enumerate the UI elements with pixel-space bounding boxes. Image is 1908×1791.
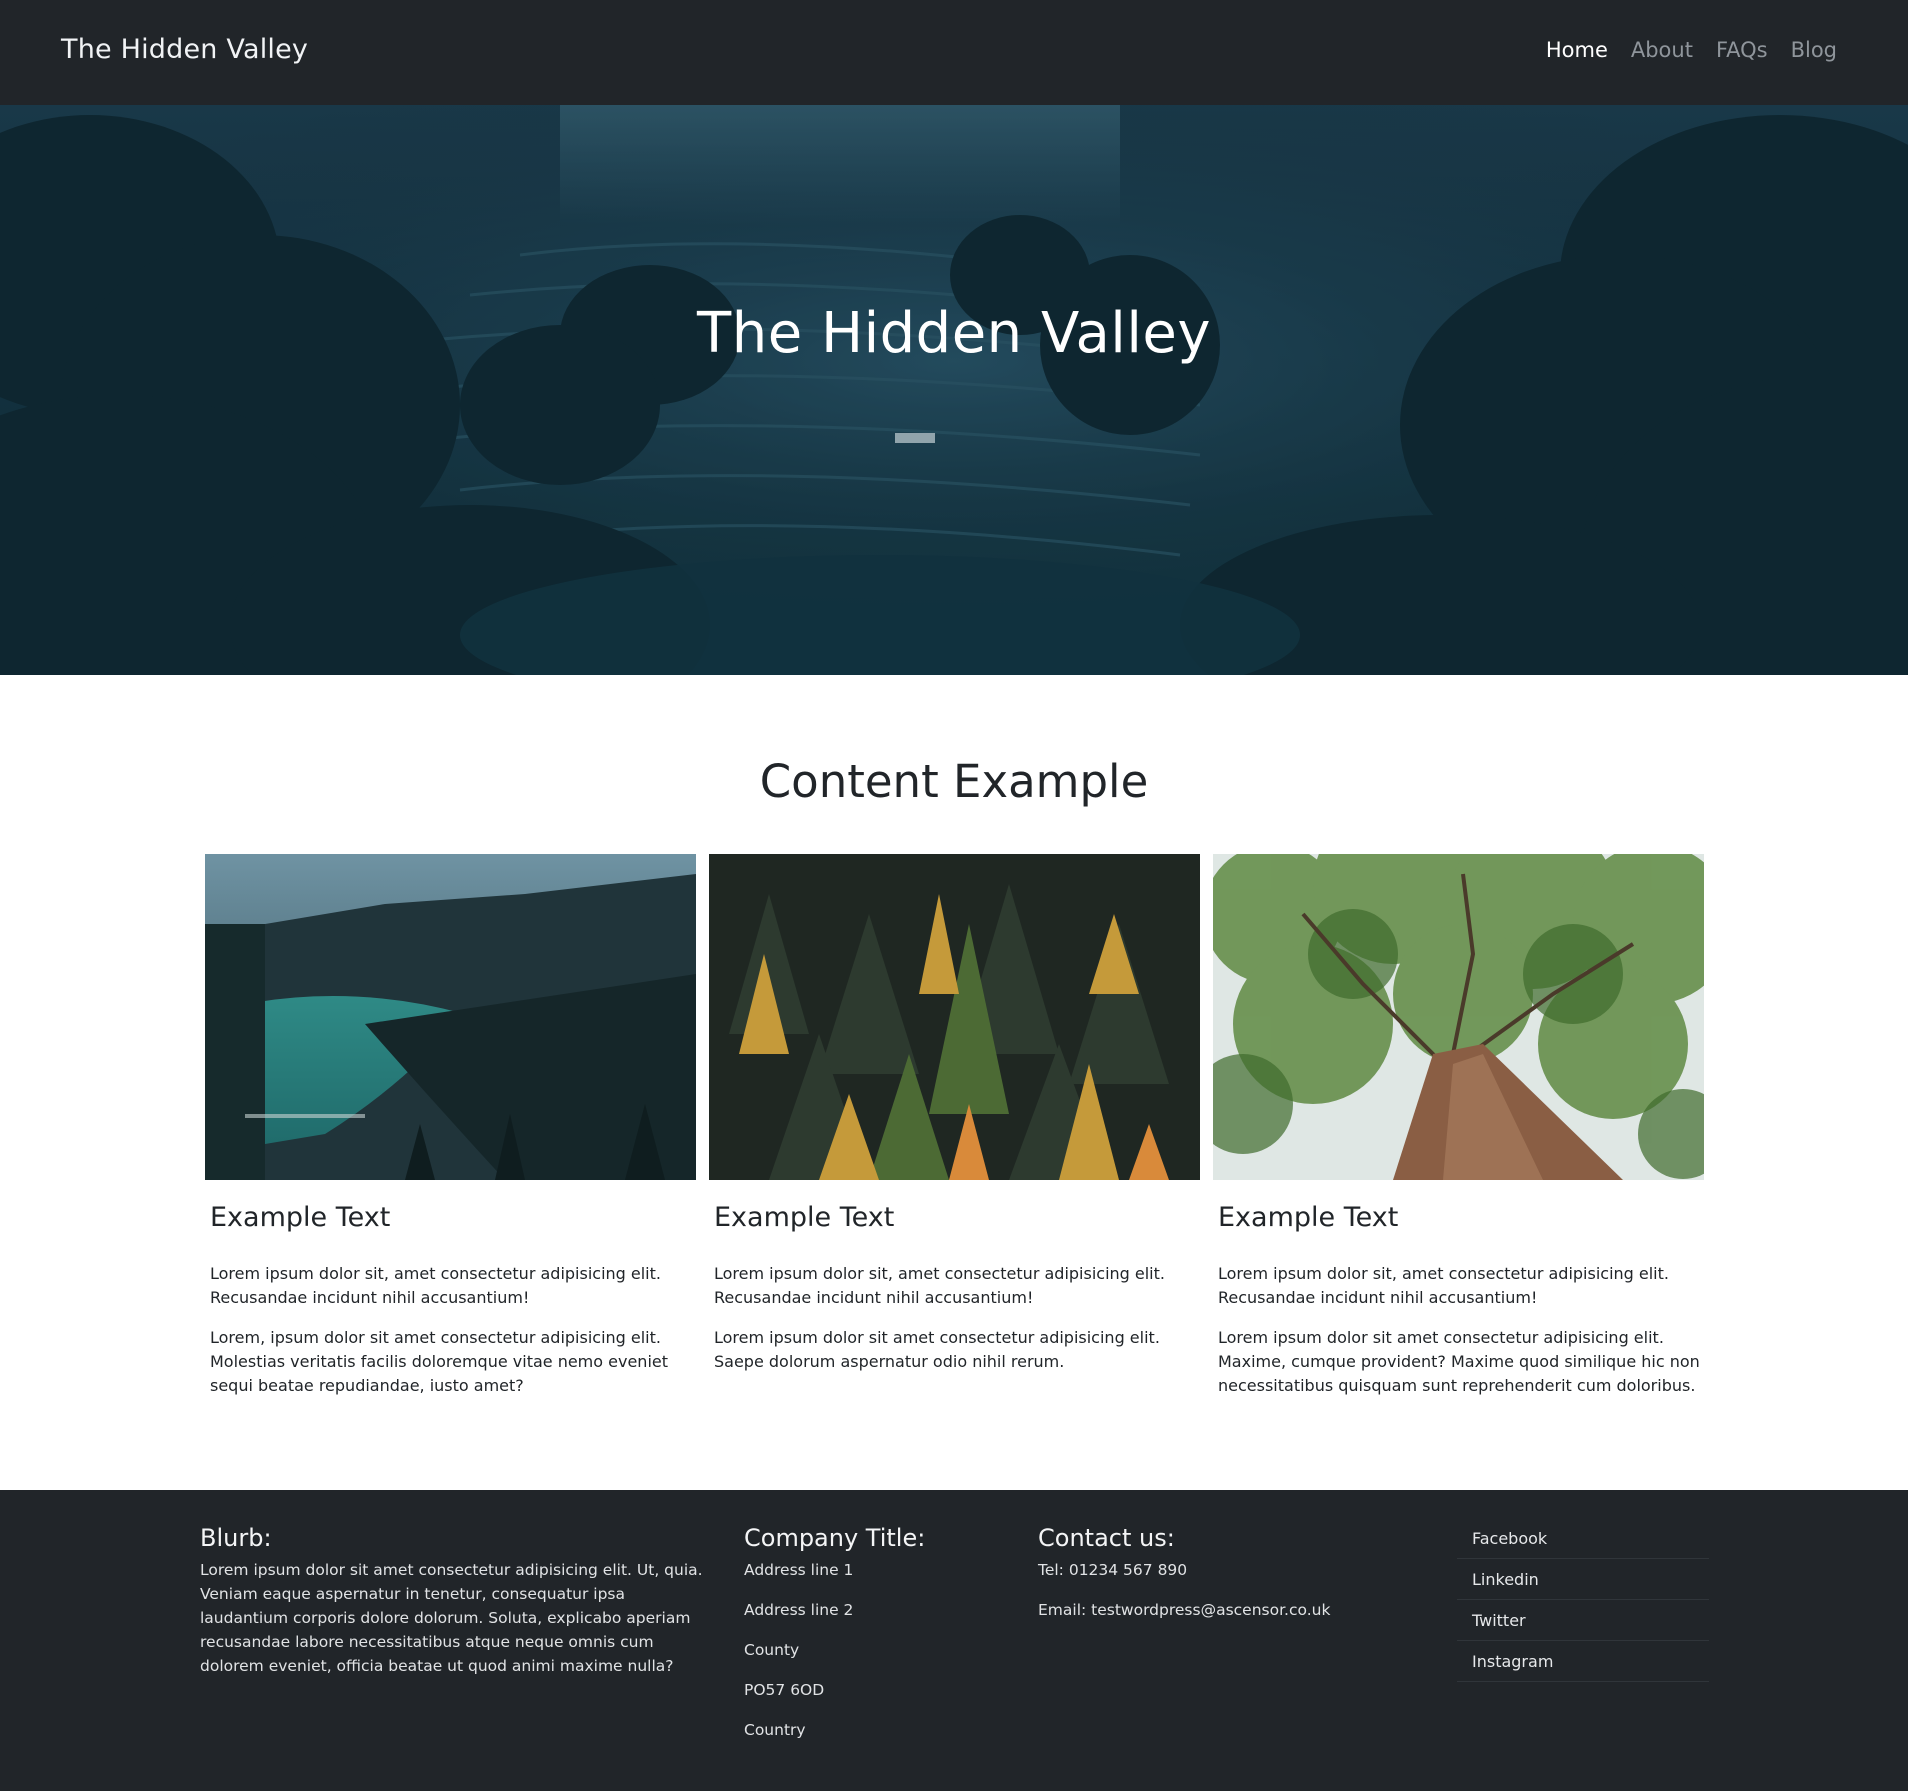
card-paragraph: Lorem ipsum dolor sit, amet consectetur …	[1218, 1264, 1669, 1307]
autumn-forest-image	[709, 854, 1200, 1180]
social-twitter[interactable]: Twitter	[1457, 1600, 1709, 1641]
address-postcode: PO57 6OD	[744, 1681, 825, 1699]
card-paragraph: Lorem ipsum dolor sit amet consectetur a…	[1218, 1328, 1700, 1395]
hero-title: The Hidden Valley	[697, 301, 1211, 366]
brand-link[interactable]: The Hidden Valley	[61, 34, 308, 65]
social-facebook[interactable]: Facebook	[1457, 1518, 1709, 1559]
section-title: Content Example	[759, 755, 1149, 808]
content-card: Example Text Lorem ipsum dolor sit, amet…	[205, 854, 696, 1398]
nav-home[interactable]: Home	[1546, 38, 1608, 62]
card-title: Example Text	[714, 1202, 895, 1233]
company-title: Company Title:	[744, 1524, 926, 1552]
main-nav: Home About FAQs Blog	[1546, 38, 1837, 62]
lake-forest-image	[205, 854, 696, 1180]
hero-background-image	[0, 105, 1908, 675]
address-county: County	[744, 1641, 800, 1659]
contact-title: Contact us:	[1038, 1524, 1175, 1552]
card-paragraph: Lorem, ipsum dolor sit amet consectetur …	[210, 1328, 668, 1395]
content-card: Example Text Lorem ipsum dolor sit, amet…	[709, 854, 1200, 1374]
footer-contact: Contact us: Tel: 01234 567 890 Email: te…	[1038, 1524, 1330, 1638]
blurb-title: Blurb:	[200, 1524, 272, 1552]
nav-blog[interactable]: Blog	[1791, 38, 1837, 62]
address-line: Address line 2	[744, 1601, 854, 1619]
content-card: Example Text Lorem ipsum dolor sit, amet…	[1213, 854, 1704, 1398]
contact-tel: Tel: 01234 567 890	[1038, 1561, 1188, 1579]
nav-faqs[interactable]: FAQs	[1716, 38, 1768, 62]
navbar: The Hidden Valley Home About FAQs Blog	[0, 0, 1908, 105]
address-country: Country	[744, 1721, 806, 1739]
tree-canopy-image	[1213, 854, 1704, 1180]
address-line: Address line 1	[744, 1561, 854, 1579]
footer-company: Company Title: Address line 1 Address li…	[744, 1524, 925, 1758]
social-linkedin[interactable]: Linkedin	[1457, 1559, 1709, 1600]
card-paragraph: Lorem ipsum dolor sit, amet consectetur …	[210, 1264, 661, 1307]
blurb-text: Lorem ipsum dolor sit amet consectetur a…	[200, 1561, 703, 1675]
social-instagram[interactable]: Instagram	[1457, 1641, 1709, 1682]
card-title: Example Text	[210, 1202, 391, 1233]
social-links: Facebook Linkedin Twitter Instagram	[1457, 1518, 1709, 1682]
card-paragraph: Lorem ipsum dolor sit, amet consectetur …	[714, 1264, 1165, 1307]
footer: Blurb: Lorem ipsum dolor sit amet consec…	[0, 1490, 1908, 1791]
footer-blurb: Blurb: Lorem ipsum dolor sit amet consec…	[200, 1524, 705, 1678]
card-paragraph: Lorem ipsum dolor sit amet consectetur a…	[714, 1328, 1160, 1371]
contact-email[interactable]: Email: testwordpress@ascensor.co.uk	[1038, 1598, 1330, 1638]
hero-section: The Hidden Valley	[0, 105, 1908, 675]
card-title: Example Text	[1218, 1202, 1399, 1233]
nav-about[interactable]: About	[1631, 38, 1693, 62]
